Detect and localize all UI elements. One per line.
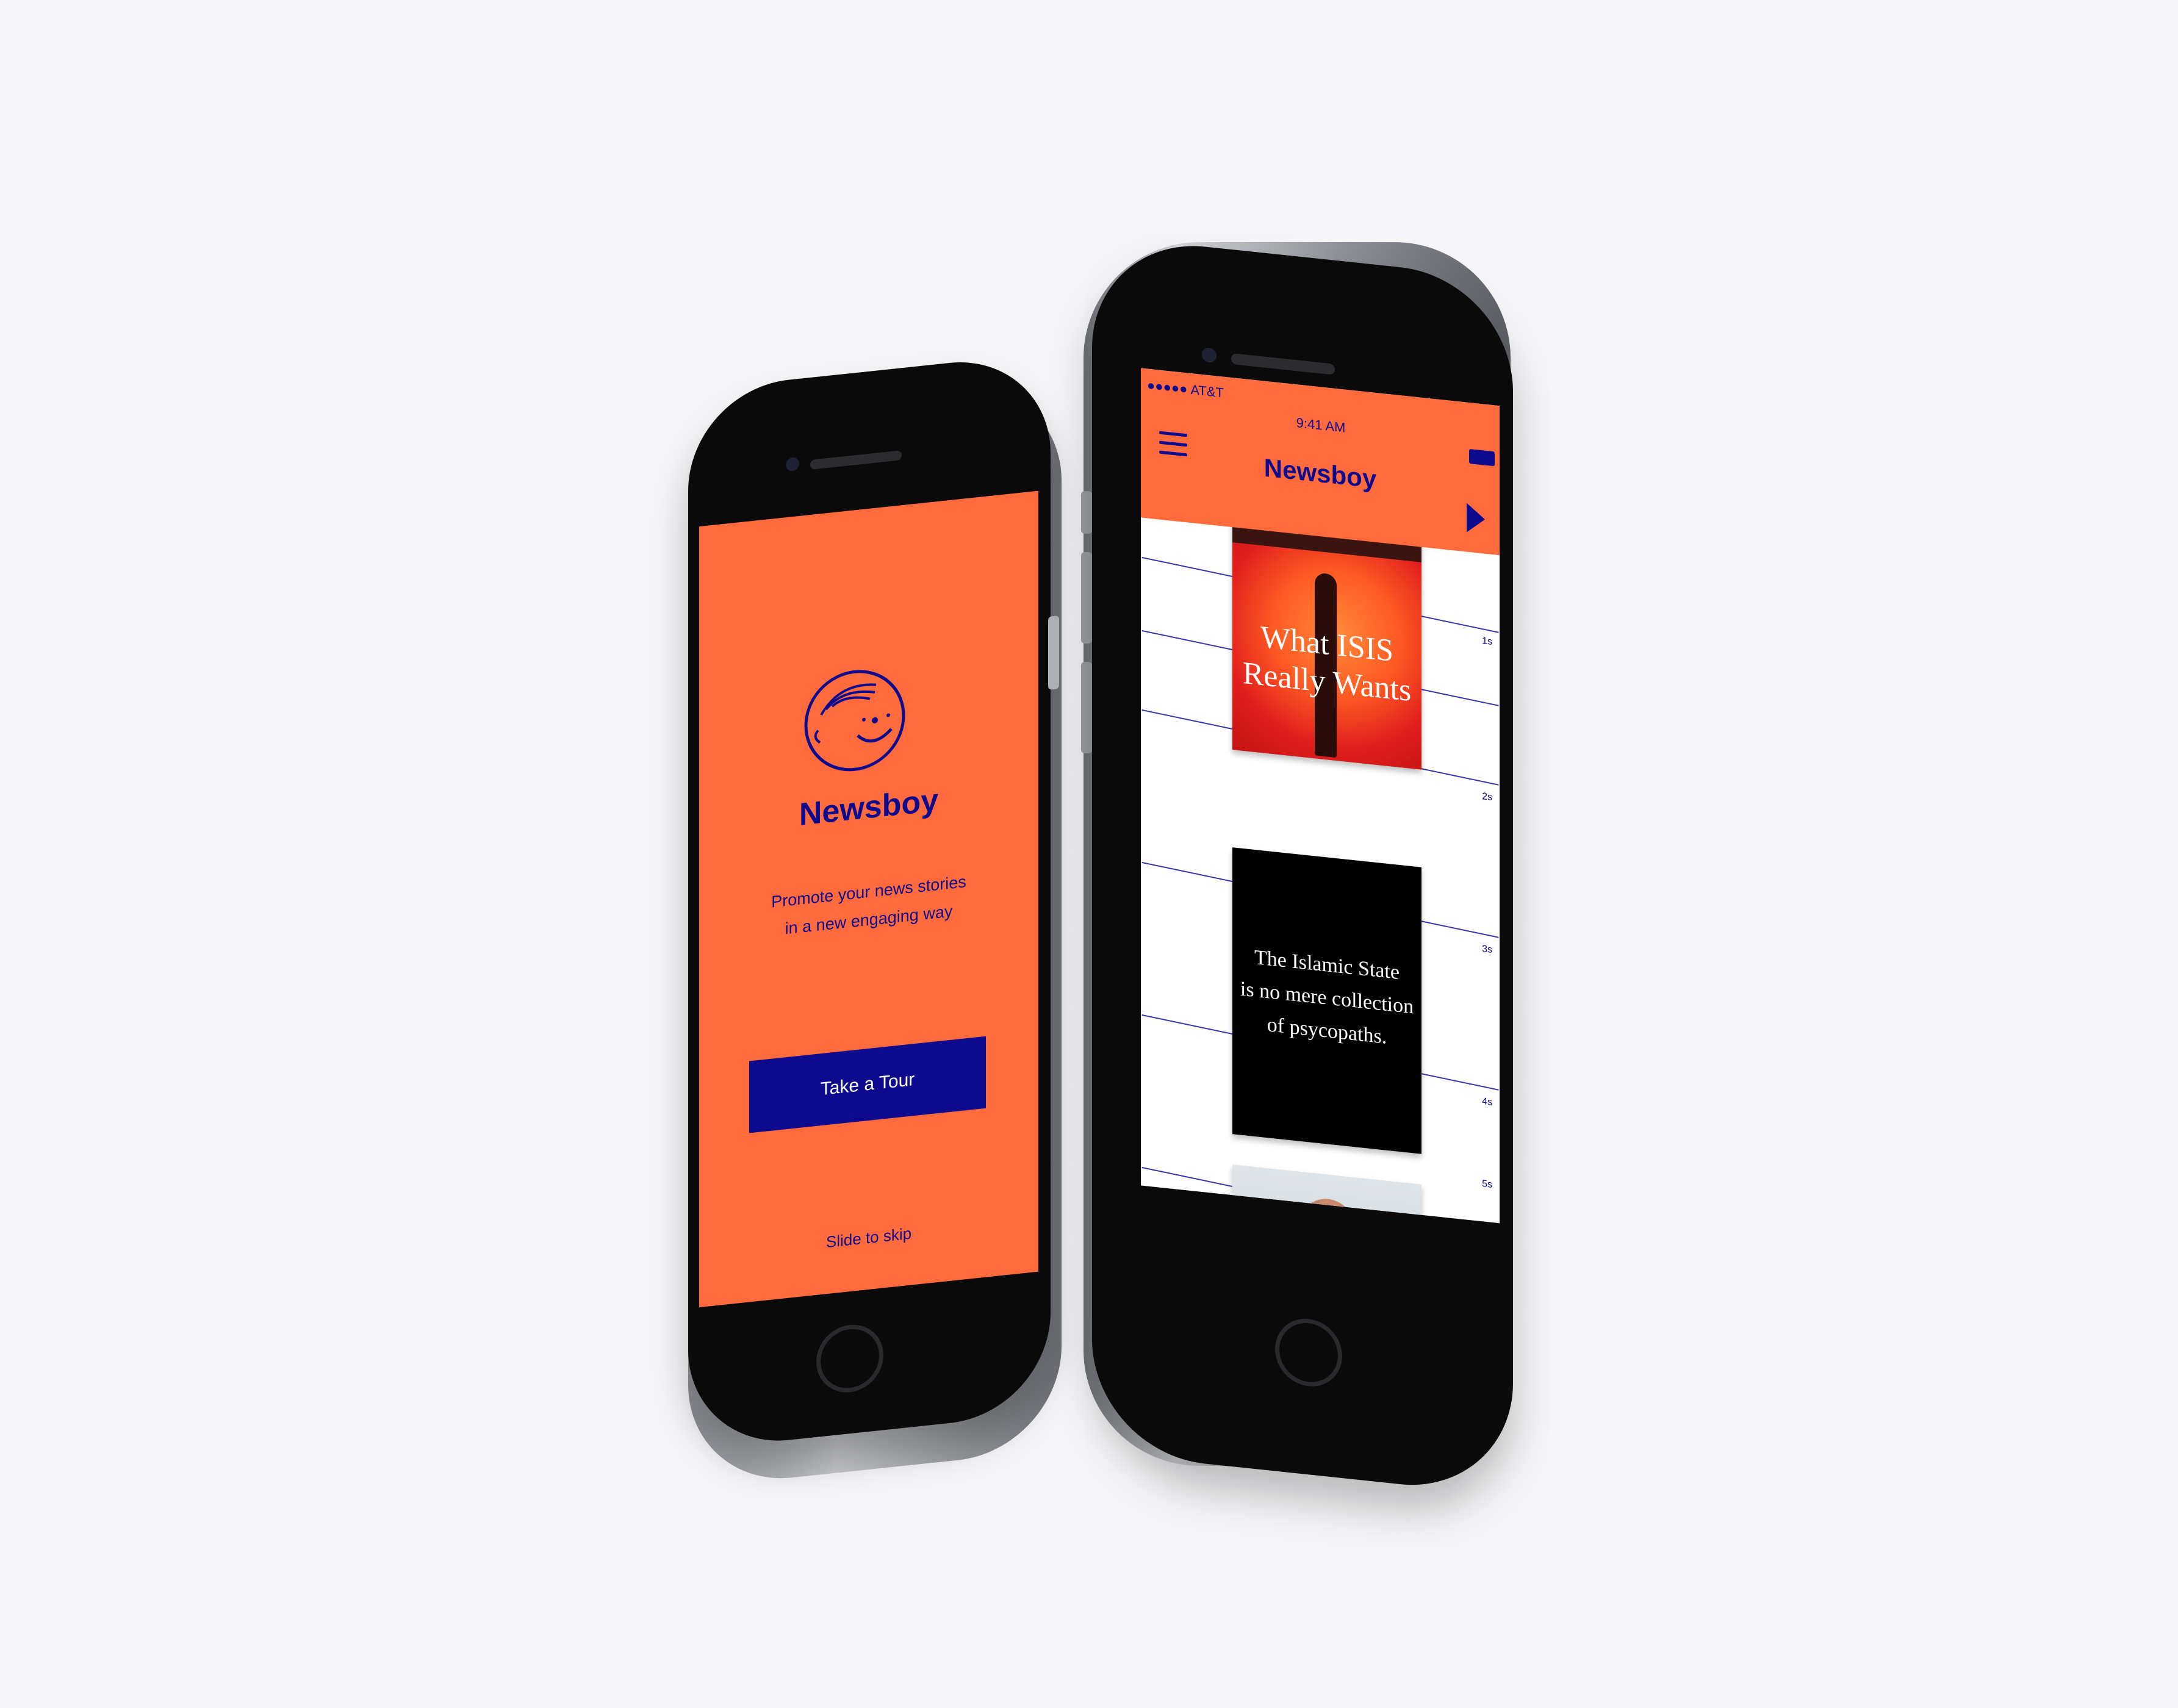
card-headline-text: What ISIS Really Wants [1232, 615, 1421, 711]
earpiece-speaker [810, 450, 902, 470]
take-tour-button[interactable]: Take a Tour [749, 1036, 986, 1133]
intro-screen: Newsboy Promote your news stories in a n… [699, 490, 1038, 1308]
volume-down-button [1081, 662, 1092, 753]
timeline-label: 5s [1482, 1179, 1492, 1190]
card-quote-text: The Islamic State is no mere collection … [1232, 939, 1421, 1058]
play-icon[interactable] [1467, 503, 1485, 534]
tagline: Promote your news stories in a new engag… [699, 860, 1038, 952]
mute-switch [1081, 491, 1092, 534]
status-time: 9:41 AM [1296, 415, 1346, 436]
newsboy-face-icon [804, 670, 905, 772]
home-button[interactable] [816, 1321, 883, 1396]
portrait-face [1301, 1196, 1356, 1224]
app-name: Newsboy [799, 782, 939, 833]
story-card-quote[interactable]: The Islamic State is no mere collection … [1232, 847, 1421, 1154]
timeline-label: 3s [1482, 944, 1492, 955]
front-camera [786, 456, 799, 472]
battery-icon [1469, 448, 1495, 467]
intro-phone: Newsboy Promote your news stories in a n… [688, 352, 1062, 1489]
phone-frame: 1s 2s 3s 4s 5s What ISIS Really Wants Th… [1092, 235, 1513, 1496]
home-button[interactable] [1275, 1315, 1342, 1390]
earpiece-speaker [1231, 353, 1335, 375]
status-bar: ●●●●● AT&T 9:41 AM [1147, 377, 1495, 467]
front-camera [1202, 346, 1217, 364]
timeline-label: 4s [1482, 1096, 1492, 1108]
app-title: Newsboy [1263, 453, 1377, 493]
timeline-label: 1s [1482, 636, 1492, 647]
phone-frame: Newsboy Promote your news stories in a n… [688, 352, 1051, 1451]
feed-phone: 1s 2s 3s 4s 5s What ISIS Really Wants Th… [1081, 235, 1513, 1496]
story-card-headline[interactable]: What ISIS Really Wants [1232, 506, 1421, 770]
timeline-label: 2s [1482, 791, 1492, 803]
side-button [1048, 615, 1059, 690]
story-card-portrait[interactable] [1232, 1164, 1421, 1224]
carrier-signal: ●●●●● AT&T [1147, 377, 1224, 401]
slide-to-skip-hint[interactable]: Slide to skip [699, 1211, 1038, 1265]
feed-screen: 1s 2s 3s 4s 5s What ISIS Really Wants Th… [1141, 368, 1500, 1224]
navigation-bar: ●●●●● AT&T 9:41 AM Newsboy [1141, 368, 1500, 556]
volume-up-button [1081, 552, 1092, 644]
device-mockup-scene: Newsboy Promote your news stories in a n… [0, 0, 2178, 1708]
